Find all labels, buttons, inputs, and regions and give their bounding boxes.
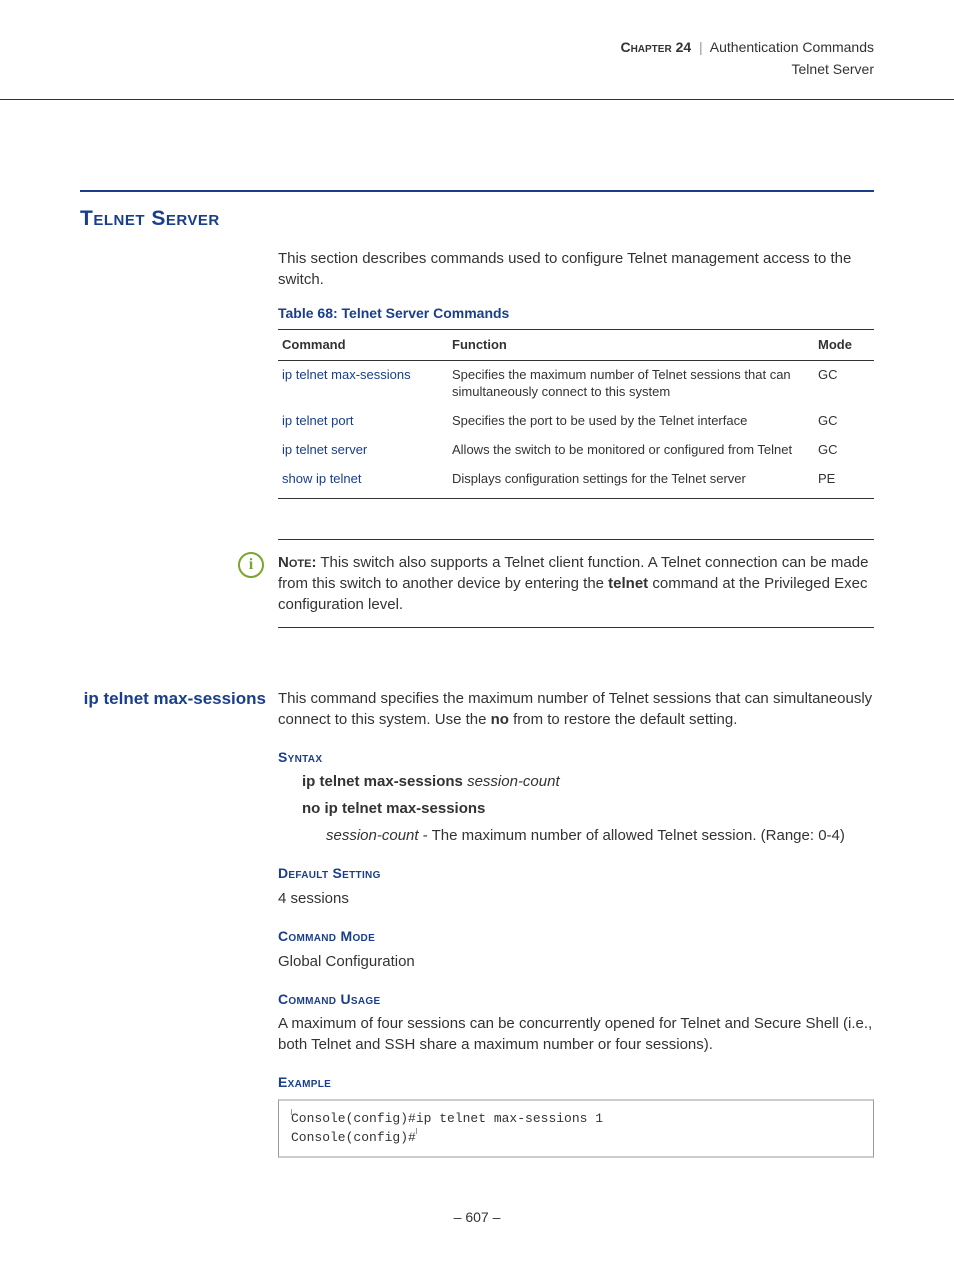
usage-heading: Command Usage — [278, 990, 874, 1010]
cmd-mode: GC — [814, 361, 874, 407]
table-row: ip telnet max-sessions Specifies the max… — [278, 361, 874, 407]
cmd-function: Allows the switch to be monitored or con… — [448, 436, 814, 465]
table-row: ip telnet server Allows the switch to be… — [278, 436, 874, 465]
mode-value: Global Configuration — [278, 951, 874, 972]
cmd-link[interactable]: ip telnet port — [278, 407, 448, 436]
th-mode: Mode — [814, 330, 874, 361]
table-row: show ip telnet Displays configuration se… — [278, 465, 874, 496]
cmd-function: Specifies the maximum number of Telnet s… — [448, 361, 814, 407]
header-subsection: Telnet Server — [80, 60, 874, 80]
command-description-bold: no — [491, 711, 509, 728]
syntax-heading: Syntax — [278, 748, 874, 768]
section-intro: This section describes commands used to … — [278, 248, 874, 290]
default-value: 4 sessions — [278, 888, 874, 909]
default-heading: Default Setting — [278, 864, 874, 884]
note-block: i Note: This switch also supports a Teln… — [278, 539, 874, 628]
note-label: Note: — [278, 554, 316, 571]
syntax-arg: session-count — [467, 773, 560, 790]
cmd-mode: GC — [814, 407, 874, 436]
cmd-link[interactable]: ip telnet max-sessions — [278, 361, 448, 407]
example-heading: Example — [278, 1073, 874, 1093]
cmd-function: Displays configuration settings for the … — [448, 465, 814, 496]
section-rule — [80, 190, 874, 192]
info-icon: i — [238, 552, 264, 578]
running-header: Chapter 24 | Authentication Commands Tel… — [80, 38, 874, 87]
param-text: - The maximum number of allowed Telnet s… — [419, 827, 845, 844]
chapter-title: Authentication Commands — [710, 39, 874, 55]
param-arg: session-count — [326, 827, 419, 844]
table-row: ip telnet port Specifies the port to be … — [278, 407, 874, 436]
cmd-link[interactable]: ip telnet server — [278, 436, 448, 465]
command-detail: ip telnet max-sessions This command spec… — [80, 688, 874, 730]
commands-table: Command Function Mode ip telnet max-sess… — [278, 329, 874, 496]
section-title: Telnet Server — [80, 204, 874, 233]
cmd-mode: PE — [814, 465, 874, 496]
example-code: Console(config)#ip telnet max-sessions 1… — [278, 1099, 874, 1158]
th-function: Function — [448, 330, 814, 361]
mode-heading: Command Mode — [278, 927, 874, 947]
cmd-mode: GC — [814, 436, 874, 465]
page-number: – 607 – — [80, 1208, 874, 1228]
command-name: ip telnet max-sessions — [80, 688, 278, 730]
syntax-keyword: ip telnet max-sessions — [302, 773, 463, 790]
note-bold: telnet — [608, 575, 648, 592]
syntax-keyword-no: no ip telnet max-sessions — [302, 800, 485, 817]
cmd-link[interactable]: show ip telnet — [278, 465, 448, 496]
table-caption: Table 68: Telnet Server Commands — [278, 304, 874, 324]
cmd-function: Specifies the port to be used by the Tel… — [448, 407, 814, 436]
header-separator: | — [699, 39, 703, 55]
chapter-label: Chapter 24 — [620, 39, 691, 55]
command-description-2: from to restore the default setting. — [509, 711, 737, 728]
usage-text: A maximum of four sessions can be concur… — [278, 1013, 874, 1055]
th-command: Command — [278, 330, 448, 361]
